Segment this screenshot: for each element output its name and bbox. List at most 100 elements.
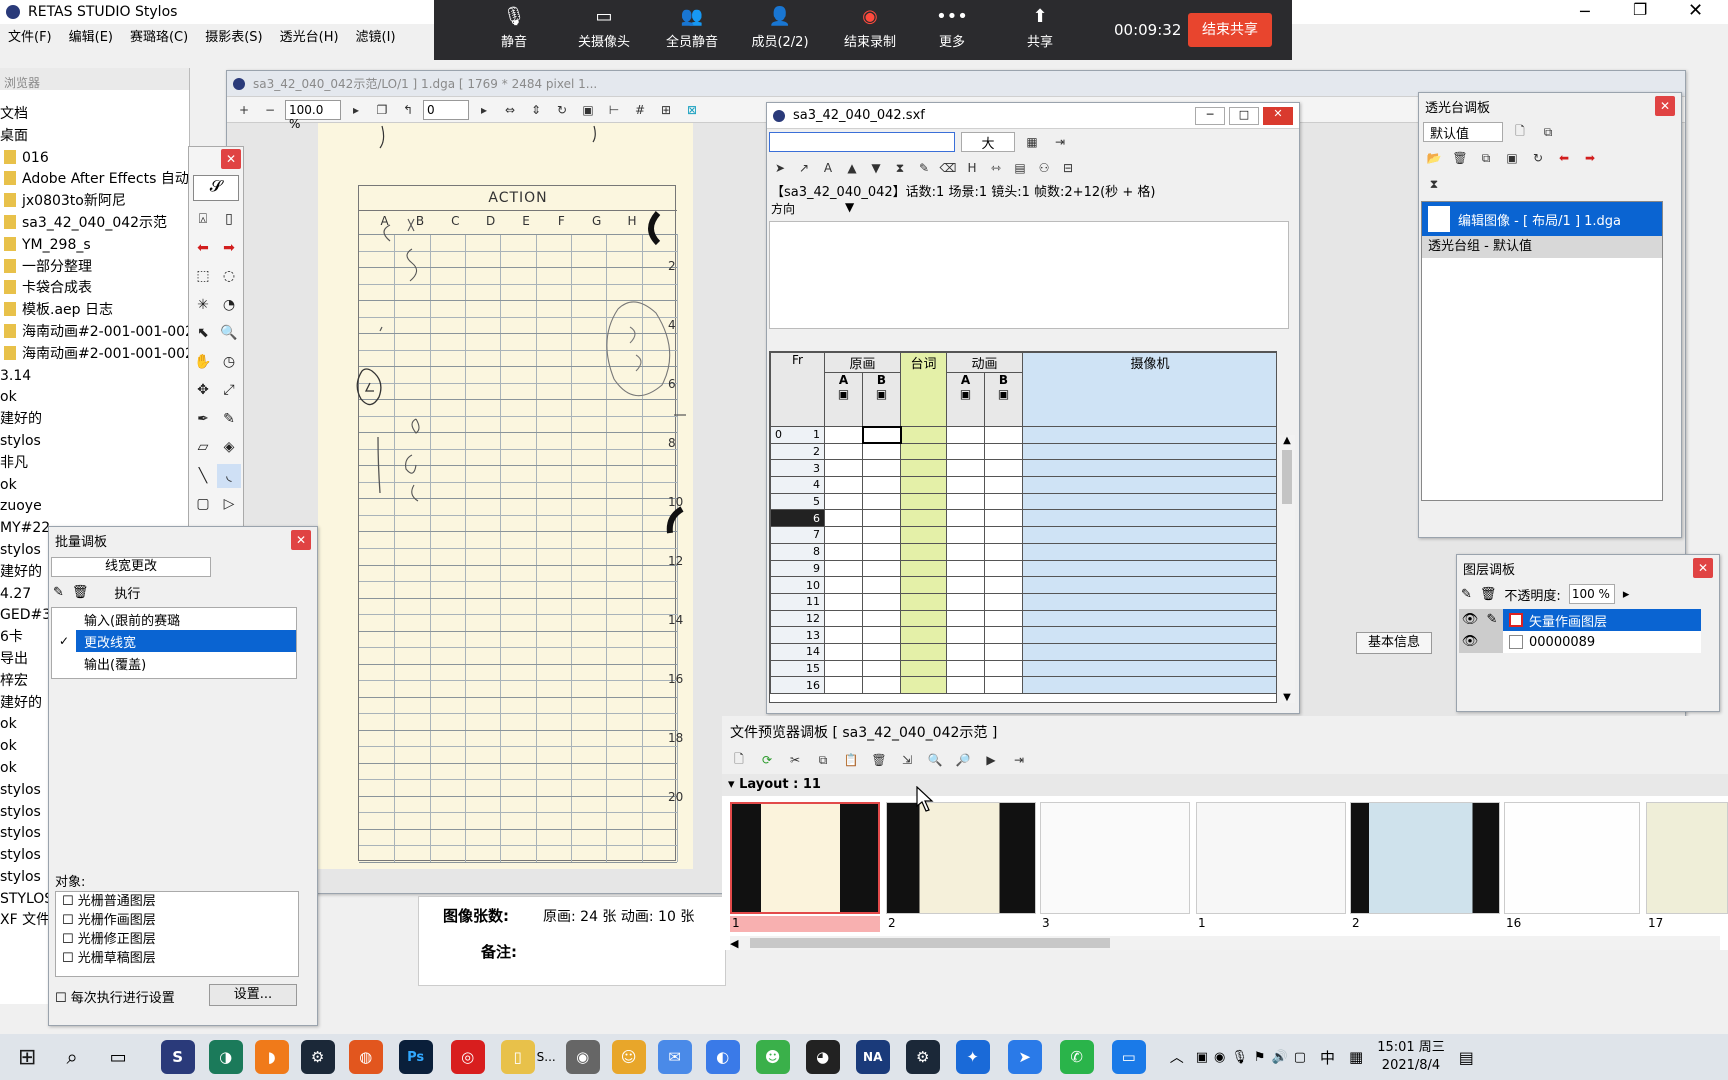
browser-item[interactable]: YM_298_s (0, 235, 190, 257)
dialog-cell[interactable] (900, 492, 947, 511)
xsheet-cell[interactable] (946, 642, 985, 661)
batch-item-selected[interactable]: ✓ 更改线宽 (52, 630, 296, 652)
rotation-field[interactable]: 0 (423, 99, 469, 120)
zoom-in-icon[interactable]: + (233, 99, 255, 121)
export-icon[interactable]: ⇥ (1008, 749, 1030, 771)
xsheet-cell[interactable] (984, 459, 1023, 478)
camera-cell[interactable] (1022, 542, 1276, 561)
qq-task-icon[interactable]: ◕ (805, 1040, 840, 1074)
browser-item[interactable]: Adobe After Effects 自动 (0, 169, 190, 191)
photoshop-task-icon[interactable]: Ps (398, 1040, 433, 1074)
lasso2-icon[interactable]: ◔ (217, 293, 241, 317)
meeting-stop-record-button[interactable]: ◉ 结束录制 (830, 6, 910, 50)
clock[interactable]: 15:01 周三 2021/8/4 (1377, 1039, 1445, 1075)
batch-item[interactable]: 输入(跟前的赛璐 (52, 608, 296, 630)
rotate-icon[interactable]: ◷ (217, 350, 241, 374)
trash-icon[interactable]: 🗑 (1480, 587, 1497, 602)
direction-dropdown-icon[interactable]: ▼ (845, 200, 854, 217)
notification-icon[interactable]: ▤ (1459, 1048, 1474, 1067)
camera-cell[interactable] (1022, 642, 1276, 661)
target-item[interactable]: ☐ 光栅修正图层 (62, 930, 298, 949)
firefox-task-icon[interactable]: ◍ (348, 1040, 383, 1074)
browser-task-icon[interactable]: ◑ (208, 1040, 243, 1074)
play-icon[interactable]: ▶ (980, 749, 1002, 771)
disk-task-icon[interactable]: ◉ (565, 1040, 600, 1074)
dialog-cell[interactable] (900, 476, 947, 494)
xsheet-cell[interactable] (862, 592, 901, 611)
browser-item[interactable]: ok (0, 475, 190, 497)
flip-h-icon[interactable]: ⇔ (499, 99, 521, 121)
search-icon[interactable]: 🔍 (924, 749, 946, 771)
layer-row-vector[interactable]: 👁 ✎ 矢量作画图层 (1459, 609, 1701, 631)
scale-icon[interactable]: ⤢ (217, 378, 241, 402)
guide-icon[interactable]: ⊠ (681, 99, 703, 121)
zoom-icon[interactable]: 🔍 (217, 321, 241, 345)
page-turn-icon[interactable]: ↰ (397, 99, 419, 121)
sheet-grid-icon[interactable]: ▦ (1021, 131, 1043, 153)
meeting-camera-button[interactable]: ▭ 关摄像头 (564, 6, 644, 50)
preview-thumbnail[interactable] (886, 802, 1036, 914)
magic-wand-icon[interactable]: ✳ (191, 293, 215, 317)
camera-cell[interactable] (1022, 609, 1276, 628)
xsheet-cell[interactable] (984, 659, 1023, 678)
browser-item[interactable]: 一部分整理 (0, 257, 190, 279)
camera-cell[interactable] (1022, 626, 1276, 644)
marquee-icon[interactable]: ⬚ (191, 264, 215, 288)
preview-thumbnail[interactable] (1350, 802, 1500, 914)
xsheet-cell[interactable] (946, 542, 985, 561)
xsheet-cell[interactable] (946, 426, 985, 444)
xsheet-cell[interactable] (946, 659, 985, 678)
windows-start-icon[interactable]: ⊞ (18, 1045, 36, 1070)
frame-icon[interactable]: ▯ (217, 207, 241, 231)
dialog-cell[interactable] (900, 509, 947, 528)
hand-icon[interactable]: ✋ (191, 350, 215, 374)
opacity-arrow-icon[interactable]: ▸ (1623, 587, 1630, 602)
camera-cell[interactable] (1022, 559, 1276, 578)
lasso-icon[interactable]: ◌ (217, 264, 241, 288)
grid-icon[interactable]: # (629, 99, 651, 121)
browser-item[interactable]: jx0803to新阿尼 (0, 191, 190, 213)
every-time-checkbox[interactable]: ☐ 每次执行进行设置 (55, 987, 175, 1006)
xsheet-cell[interactable] (862, 492, 901, 511)
camera-cell[interactable] (1022, 426, 1276, 444)
lightbox-item-edit[interactable]: 编辑图像 - [ 布局/1 ] 1.dga (1422, 202, 1662, 236)
tool-palette-close-button[interactable]: ✕ (221, 149, 241, 169)
refresh-icon[interactable]: ↻ (1527, 147, 1549, 169)
xsheet-cell[interactable] (984, 576, 1023, 594)
eraser-icon[interactable]: ▱ (191, 435, 215, 459)
end-share-button[interactable]: 结束共享 (1188, 13, 1272, 47)
xsheet-cell[interactable] (862, 509, 901, 528)
dialog-cell[interactable] (900, 592, 947, 611)
canvas-paper[interactable]: ACTION ABCDEFGH 2 4 6 8 10 12 14 16 18 20 (318, 123, 693, 869)
column-toggle-icon[interactable]: ▣ (825, 387, 862, 401)
pointer-icon[interactable]: ↗ (793, 157, 815, 179)
new-page-icon[interactable]: 🗋 (1509, 121, 1531, 143)
pen-icon[interactable]: ✎ (1481, 609, 1503, 631)
cut-icon[interactable]: ✂ (784, 749, 806, 771)
xsheet-cell[interactable] (946, 459, 985, 478)
steam-task-icon[interactable]: ⚙ (300, 1040, 335, 1074)
xsheet-scrollbar[interactable]: ▲ ▼ (1279, 435, 1295, 703)
paste-icon[interactable]: 📋 (840, 749, 862, 771)
xsheet-cell[interactable] (824, 659, 863, 678)
repeat-icon[interactable]: ⇿ (985, 157, 1007, 179)
people-icon[interactable]: ⚇ (1033, 157, 1055, 179)
camera-cell[interactable] (1022, 576, 1276, 594)
dialog-cell[interactable] (900, 642, 947, 661)
rotate-right-icon[interactable]: ▸ (473, 99, 495, 121)
xsheet-cell[interactable] (946, 492, 985, 511)
dialog-cell[interactable] (900, 542, 947, 561)
copy-icon[interactable]: ⧉ (812, 749, 834, 771)
zoom-out-icon[interactable]: 🔎 (952, 749, 974, 771)
meeting-members-button[interactable]: 👤 成员(2/2) (740, 6, 820, 50)
netease-task-icon[interactable]: ◎ (450, 1040, 485, 1074)
preset-select[interactable]: 默认值 (1423, 122, 1503, 142)
new-layer-icon[interactable]: ✎ (1461, 587, 1472, 602)
xsheet-cell[interactable] (824, 459, 863, 478)
meeting-more-button[interactable]: ••• 更多 (922, 6, 982, 50)
brush-preview[interactable]: 𝓢 (193, 175, 239, 201)
feishu-task-icon[interactable]: ➤ (1007, 1040, 1042, 1074)
select-arrow-icon[interactable]: ➤ (769, 157, 791, 179)
folder-task-icon[interactable]: ▯ (500, 1040, 535, 1074)
minimize-icon[interactable]: ─ (1580, 2, 1590, 21)
